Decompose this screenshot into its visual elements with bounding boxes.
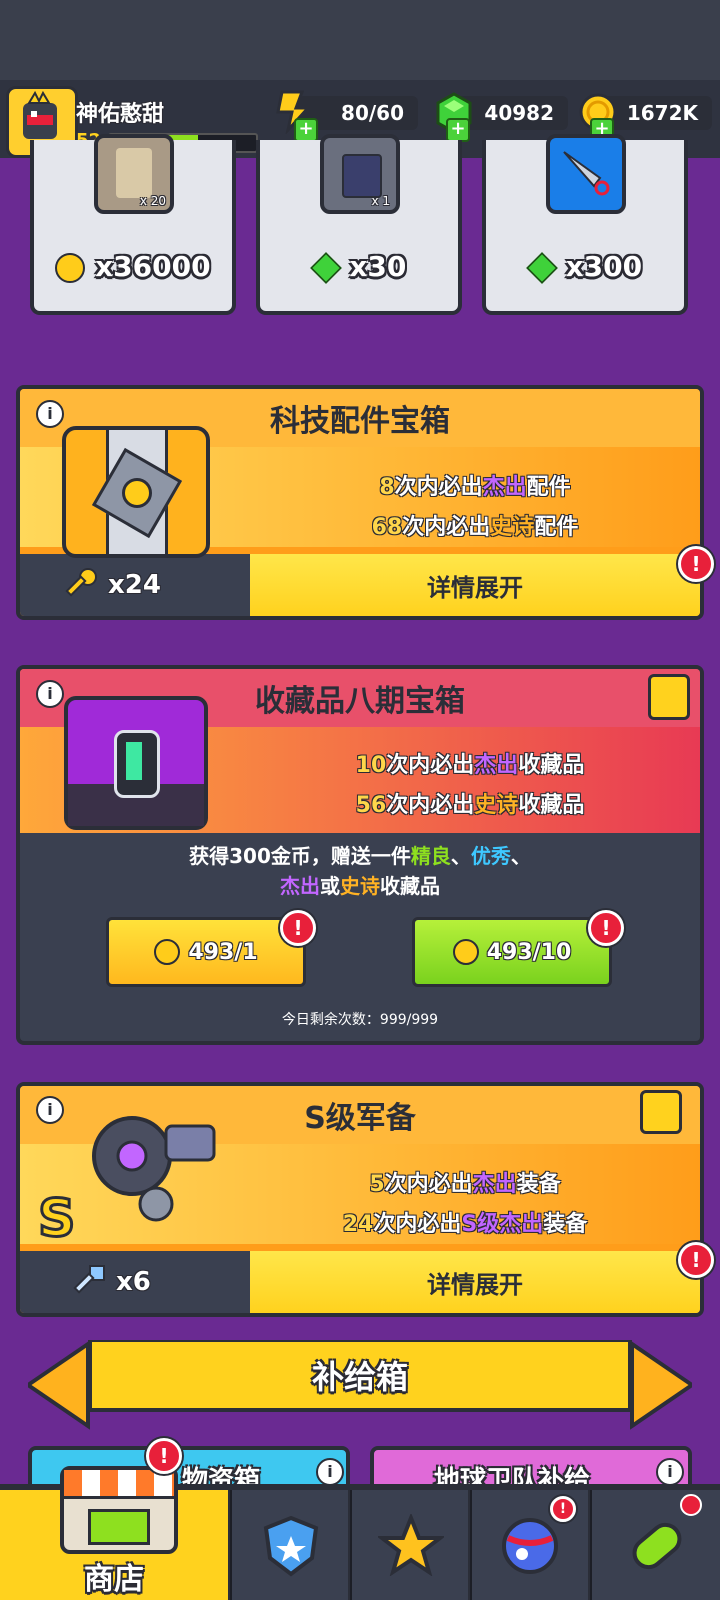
remaining-attempts: 今日剩余次数：999/999	[281, 1012, 439, 1028]
player-name: 神佑憨甜	[76, 102, 165, 127]
shop-item-card-3[interactable]: x300	[482, 134, 688, 315]
calendar-icon[interactable]	[648, 674, 690, 720]
supply-info-icon[interactable]: i	[316, 1458, 344, 1486]
open-1-alert-badge: !	[280, 910, 316, 946]
shop-item-card-2[interactable]: x 1 x30	[256, 134, 462, 315]
events-alert-badge: !	[550, 1496, 576, 1522]
list-icon[interactable]	[640, 1090, 682, 1134]
equipment-bundle-icon: S	[37, 1116, 216, 1240]
collect-chest-desc: 获得300金币，赠送一件精良、优秀、 杰出或史诗收藏品	[189, 844, 531, 898]
scroll-item-icon: x 20	[94, 134, 174, 214]
box-item-icon: x 1	[320, 134, 400, 214]
lab-upgrade-badge	[680, 1494, 702, 1516]
purple-key-icon	[154, 939, 181, 965]
open-1-button[interactable]: 493/1	[106, 917, 306, 987]
gem-icon	[526, 252, 558, 284]
item-price: x30	[260, 250, 458, 284]
coin-value: 1672K	[626, 101, 698, 125]
item-count: x 1	[371, 194, 390, 208]
s-chest-odds: 5次内必出杰出装备 24次内必出S级杰出装备	[342, 1172, 588, 1237]
svg-text:S: S	[38, 1189, 75, 1240]
s-expand-button[interactable]: 详情展开	[250, 1251, 700, 1313]
item-count: x 20	[139, 194, 166, 208]
shield-icon	[263, 1515, 319, 1577]
tech-expand-button[interactable]: 详情展开	[250, 554, 700, 616]
blue-key-icon	[73, 1265, 105, 1294]
supply-title: 补给箱	[311, 1358, 408, 1396]
tech-info-icon[interactable]: i	[36, 400, 64, 428]
open-10-alert-badge: !	[588, 910, 624, 946]
gem-value: 40982	[484, 101, 554, 125]
collect-chest-odds: 10次内必出杰出收藏品 56次内必出史诗收藏品	[355, 753, 585, 818]
tech-chest-odds: 8次内必出杰出配件 68次内必出史诗配件	[371, 475, 579, 540]
status-bar-area	[0, 0, 720, 80]
purple-key-icon	[452, 939, 479, 965]
tech-key-count: x24	[20, 554, 250, 616]
shop-alert-badge: !	[146, 1438, 182, 1474]
add-gems-button[interactable]: +	[446, 118, 470, 142]
tech-alert-badge: !	[678, 546, 714, 582]
gem-icon	[309, 252, 342, 284]
kunai-item-icon	[546, 134, 626, 214]
nav-shop-label: 商店	[84, 1562, 144, 1597]
supply-info-icon[interactable]: i	[656, 1458, 684, 1486]
shop-item-card-1[interactable]: x 20 x36000	[30, 134, 236, 315]
open-10-button[interactable]: 493/10	[412, 917, 612, 987]
nav-tab-shop[interactable]: 商店	[0, 1466, 228, 1600]
item-price: x36000	[34, 250, 232, 283]
capsule-icon	[632, 1522, 682, 1570]
collect-chest-icon	[64, 696, 208, 830]
shop-stall-icon	[60, 1466, 178, 1554]
s-alert-badge: !	[678, 1242, 714, 1278]
item-price: x300	[486, 250, 684, 284]
tech-chest-icon	[62, 426, 210, 558]
planet-icon	[502, 1518, 558, 1574]
nav-tab-battle[interactable]	[350, 1490, 468, 1600]
star-swords-icon	[378, 1514, 444, 1576]
coin-icon	[55, 253, 86, 283]
nav-tab-badge[interactable]	[230, 1490, 348, 1600]
energy-value: 80/60	[341, 101, 404, 125]
s-key-count: x6	[20, 1251, 250, 1313]
gold-key-icon	[65, 568, 97, 597]
collect-info-icon[interactable]: i	[36, 680, 64, 708]
add-energy-button[interactable]: +	[294, 118, 318, 142]
